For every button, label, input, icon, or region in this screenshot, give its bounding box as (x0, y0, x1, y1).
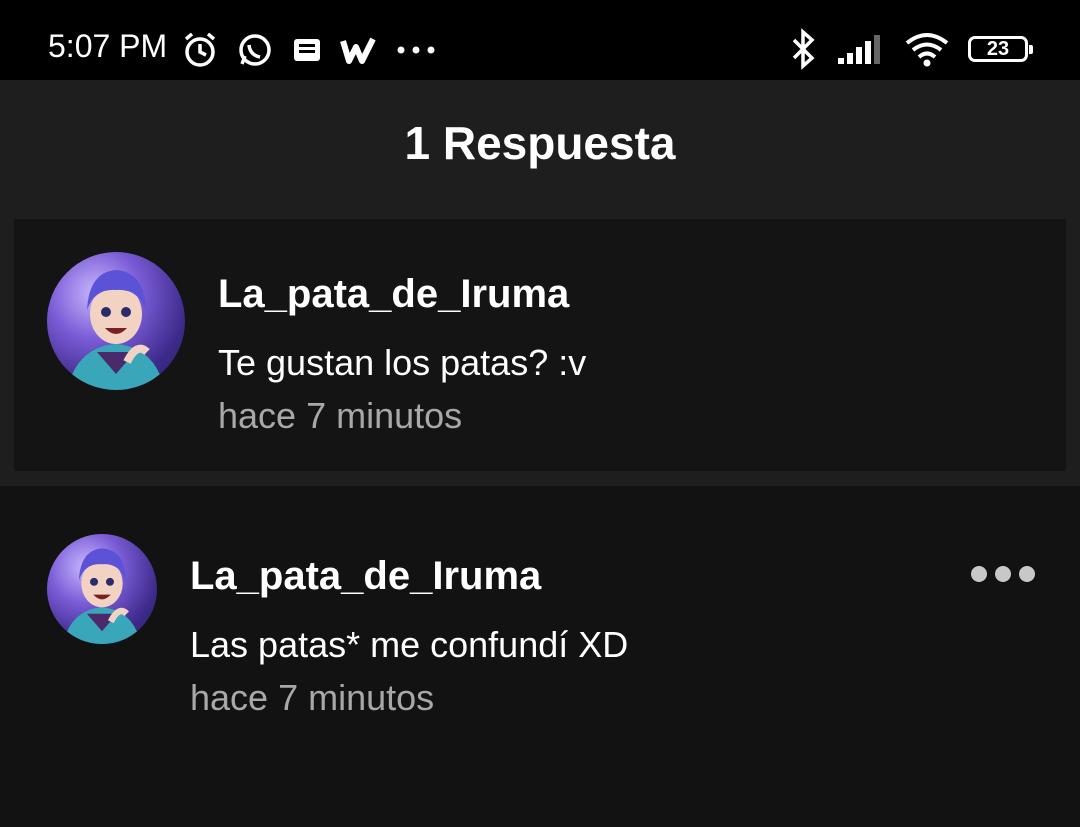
header: 1 Respuesta (0, 80, 1080, 206)
more-dots-icon (397, 46, 435, 54)
status-time: 5:07 PM (48, 28, 168, 64)
status-bar: 5:07 PM 23 (0, 0, 1080, 80)
comment-username[interactable]: La_pata_de_Iruma (218, 272, 569, 317)
message-icon (294, 39, 320, 61)
reply-username[interactable]: La_pata_de_Iruma (190, 554, 541, 599)
comment-timestamp: hace 7 minutos (218, 395, 463, 436)
whatsapp-icon (239, 34, 271, 66)
alarm-icon (184, 32, 216, 67)
wattpad-icon (340, 37, 376, 64)
reply-timestamp: hace 7 minutos (190, 677, 435, 718)
wifi-icon (905, 33, 949, 67)
bluetooth-icon (792, 28, 815, 70)
more-options-button[interactable] (970, 562, 1036, 586)
battery-level: 23 (986, 37, 1010, 60)
more-dot-icon (1019, 566, 1035, 582)
signal-icon (838, 35, 880, 64)
system-icons: 23 (788, 28, 1033, 70)
reply-text: Las patas* me confundí XD (190, 624, 629, 665)
battery-indicator: 23 (968, 36, 1033, 62)
page-title: 1 Respuesta (404, 117, 676, 169)
reply-avatar[interactable] (47, 534, 157, 644)
notification-icons (180, 30, 438, 70)
more-dot-icon (971, 566, 987, 582)
comment-text: Te gustan los patas? :v (218, 342, 587, 383)
avatar[interactable] (47, 252, 185, 390)
more-dot-icon (995, 566, 1011, 582)
